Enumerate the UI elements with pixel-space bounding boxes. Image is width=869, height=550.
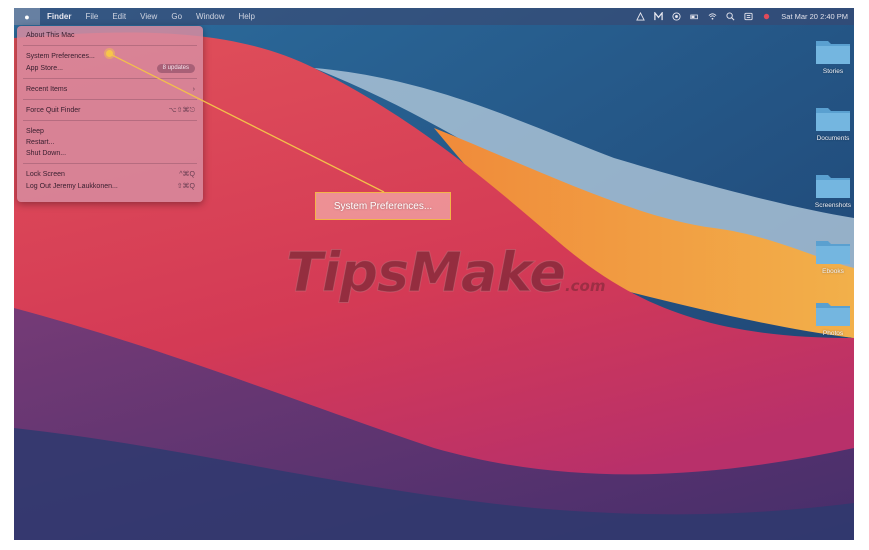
folder-icon <box>816 241 850 264</box>
menu-item-label: Lock Screen <box>26 171 65 178</box>
update-badge: 8 updates <box>156 64 195 73</box>
menu-item-label: Log Out Jeremy Laukkonen... <box>26 183 118 190</box>
record-icon[interactable] <box>669 8 683 25</box>
battery-icon[interactable] <box>687 8 701 25</box>
menu-separator <box>23 163 197 164</box>
pointer-highlight-dot <box>106 50 113 57</box>
folder-icon <box>816 303 850 326</box>
menu-window[interactable]: Window <box>189 8 231 25</box>
search-icon[interactable] <box>723 8 737 25</box>
apple-icon: ● <box>24 11 30 22</box>
menu-item-label: About This Mac <box>26 32 75 39</box>
desktop-folder-photos[interactable]: Photos <box>810 298 854 337</box>
folder-label: Photos <box>822 330 844 337</box>
folder-label: Screenshots <box>814 202 852 209</box>
warning-icon[interactable] <box>633 8 647 25</box>
menu-item-log-out[interactable]: Log Out Jeremy Laukkonen... ⇧⌘Q <box>26 181 195 192</box>
menu-item-label: Shut Down... <box>26 150 67 157</box>
menu-item-recent-items[interactable]: Recent Items › <box>26 84 195 95</box>
menu-app-name[interactable]: Finder <box>40 8 78 25</box>
desktop-folder-screenshots[interactable]: Screenshots <box>810 170 854 209</box>
desktop-folder-stories[interactable]: Stories <box>810 36 854 75</box>
menu-help[interactable]: Help <box>231 8 261 25</box>
menu-clock[interactable]: Sat Mar 20 2:40 PM <box>781 12 848 21</box>
menu-item-label: System Preferences... <box>26 53 95 60</box>
menu-item-label: Sleep <box>26 128 44 135</box>
menu-item-sleep[interactable]: Sleep <box>26 126 195 137</box>
folder-label: Ebooks <box>822 268 844 275</box>
menu-view[interactable]: View <box>133 8 164 25</box>
folder-label: Documents <box>816 135 850 142</box>
dot-icon[interactable] <box>759 8 773 25</box>
folder-icon <box>816 175 850 198</box>
chevron-right-icon: › <box>192 86 195 93</box>
menu-item-shortcut: ^⌘Q <box>179 171 195 178</box>
menu-item-label: Recent Items <box>26 86 68 93</box>
menu-item-label: App Store... <box>26 65 63 72</box>
desktop-folder-ebooks[interactable]: Ebooks <box>810 236 854 275</box>
watermark-sub: .com <box>564 277 606 295</box>
menu-item-lock-screen[interactable]: Lock Screen ^⌘Q <box>26 169 195 180</box>
apple-menu-button[interactable]: ● <box>14 8 40 25</box>
watermark-main: TipsMake <box>286 241 567 305</box>
m-icon[interactable] <box>651 8 665 25</box>
menu-separator <box>23 99 197 100</box>
menu-item-force-quit[interactable]: Force Quit Finder ⌥⇧⌘⎋ <box>26 105 195 116</box>
desktop-folder-documents[interactable]: Documents <box>810 103 854 142</box>
desktop-screen: ● Finder File Edit View Go Window Help S… <box>14 8 854 540</box>
menu-item-shut-down[interactable]: Shut Down... <box>26 148 195 159</box>
menu-separator <box>23 45 197 46</box>
folder-icon <box>816 41 850 64</box>
menu-edit[interactable]: Edit <box>105 8 133 25</box>
menu-item-label: Restart... <box>26 139 55 146</box>
menu-separator <box>23 120 197 121</box>
folder-icon <box>816 108 850 131</box>
watermark: TipsMake .com <box>286 241 606 305</box>
menu-item-about[interactable]: About This Mac <box>26 30 195 41</box>
menu-item-app-store[interactable]: App Store... 8 updates <box>26 63 195 74</box>
wifi-icon[interactable] <box>705 8 719 25</box>
control-center-icon[interactable] <box>741 8 755 25</box>
callout-text: System Preferences... <box>333 200 433 212</box>
menu-separator <box>23 78 197 79</box>
menu-bar: ● Finder File Edit View Go Window Help S… <box>14 8 854 25</box>
menu-item-label: Force Quit Finder <box>26 107 81 114</box>
menu-go[interactable]: Go <box>164 8 189 25</box>
menu-item-shortcut: ⌥⇧⌘⎋ <box>168 107 195 114</box>
folder-label: Stories <box>822 68 844 75</box>
menu-file[interactable]: File <box>78 8 105 25</box>
menu-item-restart[interactable]: Restart... <box>26 137 195 148</box>
callout-box: System Preferences... <box>315 192 451 220</box>
menu-item-shortcut: ⇧⌘Q <box>176 183 195 190</box>
